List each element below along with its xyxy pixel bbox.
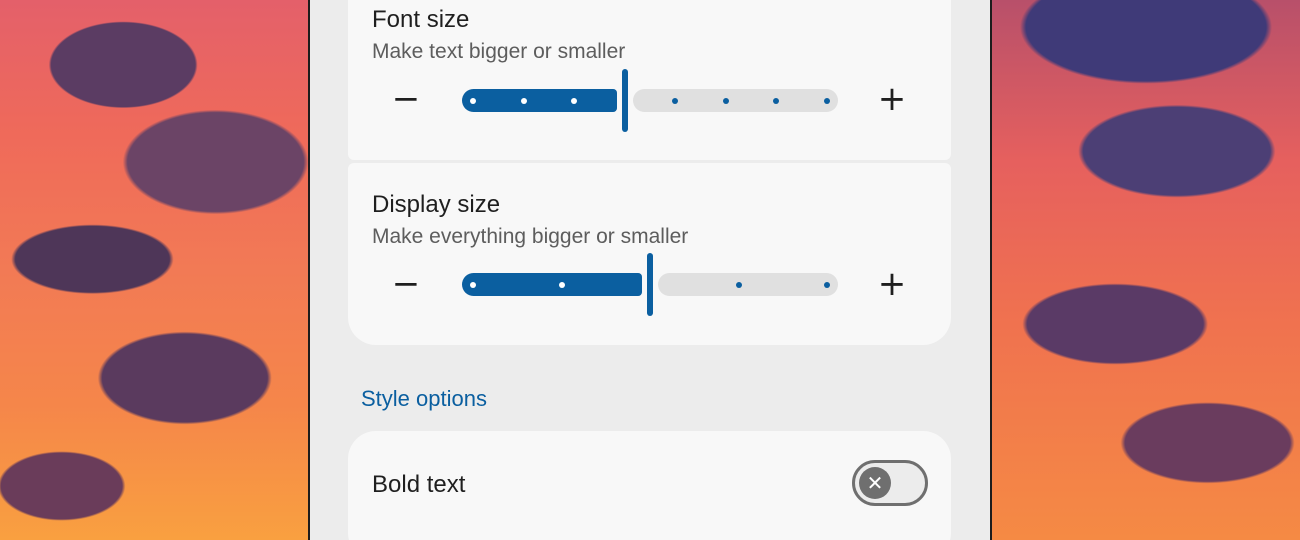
bold-text-card[interactable]: Bold text ✕: [348, 431, 951, 540]
bold-text-toggle[interactable]: ✕: [852, 460, 928, 506]
slider-step-dot: [722, 98, 729, 104]
minus-icon[interactable]: −: [391, 267, 421, 301]
plus-icon[interactable]: +: [877, 267, 907, 301]
slider-thumb[interactable]: [647, 253, 653, 316]
display-size-slider[interactable]: [462, 253, 838, 316]
slider-step-dot: [735, 282, 742, 288]
font-size-card: Font size Make text bigger or smaller − …: [348, 0, 951, 160]
slider-step-dot: [520, 98, 527, 104]
wallpaper-right: [992, 0, 1300, 540]
close-icon: ✕: [859, 467, 891, 499]
display-size-card: Display size Make everything bigger or s…: [348, 163, 951, 345]
slider-thumb[interactable]: [621, 69, 628, 132]
font-size-slider[interactable]: [462, 69, 838, 132]
plus-icon[interactable]: +: [877, 82, 907, 116]
slider-active-track: [462, 89, 617, 112]
style-options-header: Style options: [361, 386, 487, 411]
display-size-title: Display size: [372, 191, 501, 218]
slider-step-dot: [470, 98, 476, 104]
slider-step-dot: [558, 282, 565, 288]
settings-screen: Font size Make text bigger or smaller − …: [310, 0, 990, 540]
slider-track: [658, 273, 838, 296]
slider-track: [632, 89, 838, 112]
slider-step-dot: [824, 98, 830, 104]
slider-step-dot: [824, 282, 830, 288]
wallpaper-left: [0, 0, 308, 540]
slider-step-dot: [470, 282, 476, 288]
font-size-title: Font size: [372, 6, 470, 33]
display-size-subtitle: Make everything bigger or smaller: [372, 225, 689, 248]
font-size-subtitle: Make text bigger or smaller: [372, 40, 626, 63]
bold-text-label: Bold text: [372, 471, 466, 498]
phone-frame-right-edge: [990, 0, 992, 540]
minus-icon[interactable]: −: [391, 82, 421, 116]
slider-active-track: [462, 273, 642, 296]
